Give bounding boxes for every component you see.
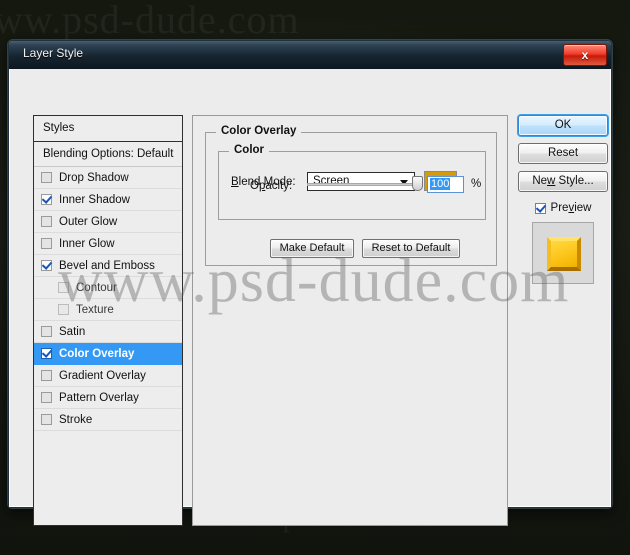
style-item-drop-shadow[interactable]: Drop Shadow xyxy=(34,167,182,189)
blend-mode-select[interactable]: Screen xyxy=(307,172,415,191)
style-item-label: Inner Shadow xyxy=(59,193,130,206)
style-item-label: Outer Glow xyxy=(59,215,118,228)
blending-options-item[interactable]: Blending Options: Default xyxy=(34,142,182,167)
style-item-label: Pattern Overlay xyxy=(59,391,139,404)
style-item-checkbox[interactable] xyxy=(41,370,52,381)
options-panel: Color Overlay Color Blend Mode: Screen O… xyxy=(192,115,508,526)
dialog-title: Layer Style xyxy=(23,46,84,60)
style-item-checkbox[interactable] xyxy=(41,414,52,425)
style-item-color-overlay[interactable]: Color Overlay xyxy=(34,343,182,365)
color-group: Color Blend Mode: Screen Opacity: 100 % xyxy=(218,144,486,220)
opacity-input[interactable]: 100 xyxy=(427,176,464,193)
reset-button[interactable]: Reset xyxy=(518,143,608,164)
opacity-value: 100 xyxy=(430,178,451,190)
style-item-satin[interactable]: Satin xyxy=(34,321,182,343)
style-item-pattern-overlay[interactable]: Pattern Overlay xyxy=(34,387,182,409)
close-icon: x xyxy=(581,48,589,62)
opacity-label: Opacity: xyxy=(250,180,293,192)
opacity-unit: % xyxy=(471,178,482,190)
preview-checkbox-row[interactable]: Preview xyxy=(518,199,608,217)
style-item-checkbox[interactable] xyxy=(41,326,52,337)
style-item-label: Satin xyxy=(59,325,86,338)
dialog-titlebar[interactable]: Layer Style x xyxy=(9,41,611,70)
color-overlay-group-label: Color Overlay xyxy=(216,125,302,137)
watermark-top: www.psd-dude.com xyxy=(0,0,300,42)
new-style-button[interactable]: New Style... xyxy=(518,171,608,192)
close-button[interactable]: x xyxy=(563,44,607,66)
opacity-slider-track[interactable] xyxy=(307,183,419,186)
ok-button[interactable]: OK xyxy=(518,115,608,136)
style-item-checkbox[interactable] xyxy=(41,238,52,249)
style-item-gradient-overlay[interactable]: Gradient Overlay xyxy=(34,365,182,387)
style-item-label: Color Overlay xyxy=(59,347,135,360)
style-item-label: Stroke xyxy=(59,413,93,426)
style-item-checkbox[interactable] xyxy=(41,260,52,271)
watermark-center: www.psd-dude.com xyxy=(58,247,570,315)
style-item-checkbox[interactable] xyxy=(41,392,52,403)
style-item-checkbox[interactable] xyxy=(41,216,52,227)
preview-checkbox[interactable] xyxy=(534,202,546,214)
style-item-checkbox[interactable] xyxy=(41,348,52,359)
style-item-stroke[interactable]: Stroke xyxy=(34,409,182,431)
style-item-outer-glow[interactable]: Outer Glow xyxy=(34,211,182,233)
color-group-label: Color xyxy=(229,144,270,156)
opacity-slider-thumb[interactable] xyxy=(412,176,423,191)
style-item-label: Gradient Overlay xyxy=(59,369,146,382)
style-item-checkbox[interactable] xyxy=(41,172,52,183)
style-item-inner-shadow[interactable]: Inner Shadow xyxy=(34,189,182,211)
styles-list-header: Styles xyxy=(34,116,182,142)
style-item-label: Drop Shadow xyxy=(59,171,129,184)
preview-label: Preview xyxy=(550,202,592,214)
styles-list-panel: Styles Blending Options: Default Drop Sh… xyxy=(33,115,183,526)
style-item-checkbox[interactable] xyxy=(41,194,52,205)
